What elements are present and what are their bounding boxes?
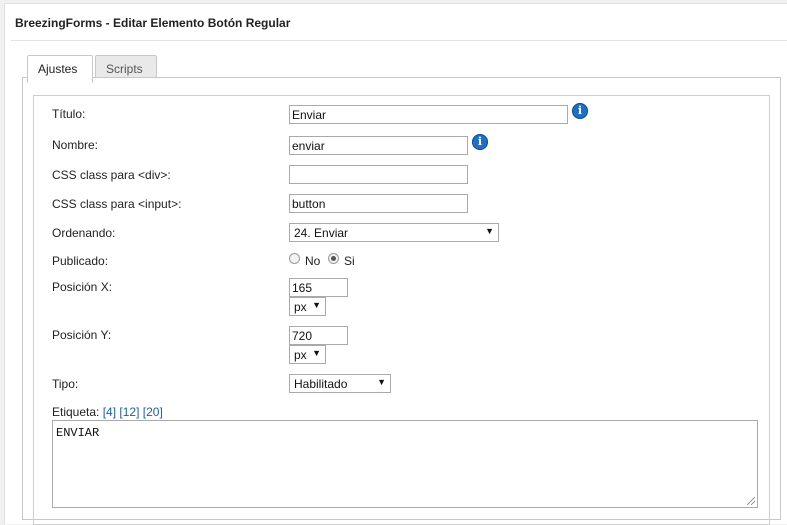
chevron-down-icon: ▼	[377, 377, 386, 387]
etiqueta-value: ENVIAR	[56, 426, 100, 440]
ordenando-selected: 24. Enviar	[294, 226, 349, 240]
etiqueta-link-20[interactable]: [20]	[143, 405, 163, 419]
tipo-select[interactable]: Habilitado ▼	[289, 374, 391, 393]
posicion-y-unit: px	[294, 348, 307, 362]
posicion-x-input[interactable]: 165	[289, 278, 348, 297]
etiqueta-link-4[interactable]: [4]	[103, 405, 116, 419]
tipo-selected: Habilitado	[294, 377, 348, 391]
ordenando-label: Ordenando:	[52, 226, 116, 240]
form-layer: Título: Enviar i Nombre: enviar i CSS cl…	[0, 0, 787, 519]
posicion-x-label: Posición X:	[52, 280, 113, 294]
css-input-input[interactable]: button	[289, 194, 468, 213]
info-icon[interactable]: i	[572, 103, 588, 119]
chevron-down-icon: ▼	[312, 348, 321, 358]
radio-si-label: Si	[344, 254, 355, 268]
posicion-y-input[interactable]: 720	[289, 326, 348, 345]
tab-ajustes[interactable]: Ajustes	[27, 55, 93, 83]
etiqueta-label: Etiqueta:	[52, 405, 100, 419]
posicion-x-unit-select[interactable]: px ▼	[289, 297, 326, 316]
radio-no-label: No	[305, 254, 321, 268]
nombre-label: Nombre:	[52, 138, 99, 152]
chevron-down-icon: ▼	[312, 300, 321, 310]
css-input-label: CSS class para <input>:	[52, 197, 182, 211]
css-div-label: CSS class para <div>:	[52, 168, 171, 182]
nombre-input[interactable]: enviar	[289, 136, 468, 155]
etiqueta-textarea[interactable]: ENVIAR	[52, 420, 758, 508]
etiqueta-label-row: Etiqueta: [4] [12] [20]	[52, 405, 163, 419]
radio-no[interactable]	[289, 253, 300, 264]
info-icon[interactable]: i	[472, 134, 488, 150]
posicion-y-label: Posición Y:	[52, 328, 112, 342]
resize-grip-icon[interactable]	[747, 497, 755, 505]
chevron-down-icon: ▼	[485, 226, 494, 236]
titulo-label: Título:	[52, 107, 86, 121]
tipo-label: Tipo:	[52, 377, 79, 391]
titulo-input[interactable]: Enviar	[289, 105, 568, 124]
etiqueta-link-12[interactable]: [12]	[119, 405, 139, 419]
css-div-input[interactable]	[289, 165, 468, 184]
posicion-x-unit: px	[294, 300, 307, 314]
posicion-y-unit-select[interactable]: px ▼	[289, 345, 326, 364]
radio-si[interactable]	[328, 253, 339, 264]
ordenando-select[interactable]: 24. Enviar ▼	[289, 223, 499, 242]
publicado-label: Publicado:	[52, 254, 109, 268]
